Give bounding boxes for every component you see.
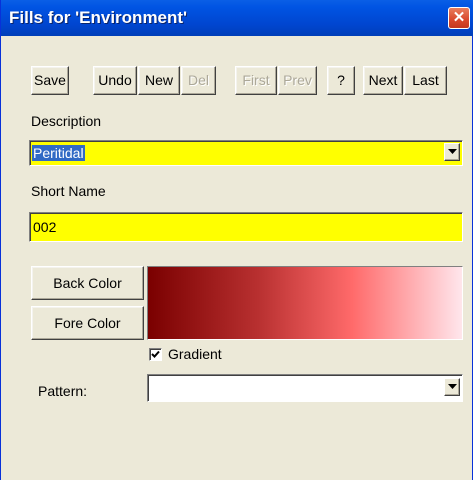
pattern-dropdown[interactable] [147,374,463,402]
help-button[interactable]: ? [327,66,355,95]
short-name-field[interactable]: 002 [29,212,463,242]
description-value: Peritidal [32,145,85,161]
gradient-label: Gradient [168,346,222,362]
checkmark-icon [151,350,160,358]
chevron-down-icon [448,384,457,389]
window-title: Fills for 'Environment' [9,8,188,27]
delete-button[interactable]: Del [181,66,216,95]
fore-color-button[interactable]: Fore Color [31,306,144,340]
chevron-down-icon [448,149,457,154]
pattern-label: Pattern: [38,383,88,399]
fills-dialog: Fills for 'Environment' ✕ Save Undo New … [0,0,473,480]
pattern-dropdown-button[interactable] [444,378,460,396]
close-icon: ✕ [452,9,466,26]
prev-button[interactable]: Prev [278,66,317,95]
description-label: Description [31,113,102,129]
gradient-preview [147,266,463,340]
gradient-checkbox[interactable] [149,348,162,361]
short-name-value: 002 [33,219,57,235]
save-button[interactable]: Save [31,66,69,95]
description-dropdown-button[interactable] [444,143,460,161]
title-bar[interactable]: Fills for 'Environment' ✕ [1,0,473,36]
last-button[interactable]: Last [404,66,447,95]
close-button[interactable]: ✕ [448,7,470,29]
short-name-label: Short Name [31,183,106,199]
new-button[interactable]: New [138,66,180,95]
back-color-button[interactable]: Back Color [31,266,144,300]
description-dropdown[interactable]: Peritidal [29,140,463,166]
undo-button[interactable]: Undo [93,66,137,95]
next-button[interactable]: Next [363,66,403,95]
first-button[interactable]: First [235,66,277,95]
